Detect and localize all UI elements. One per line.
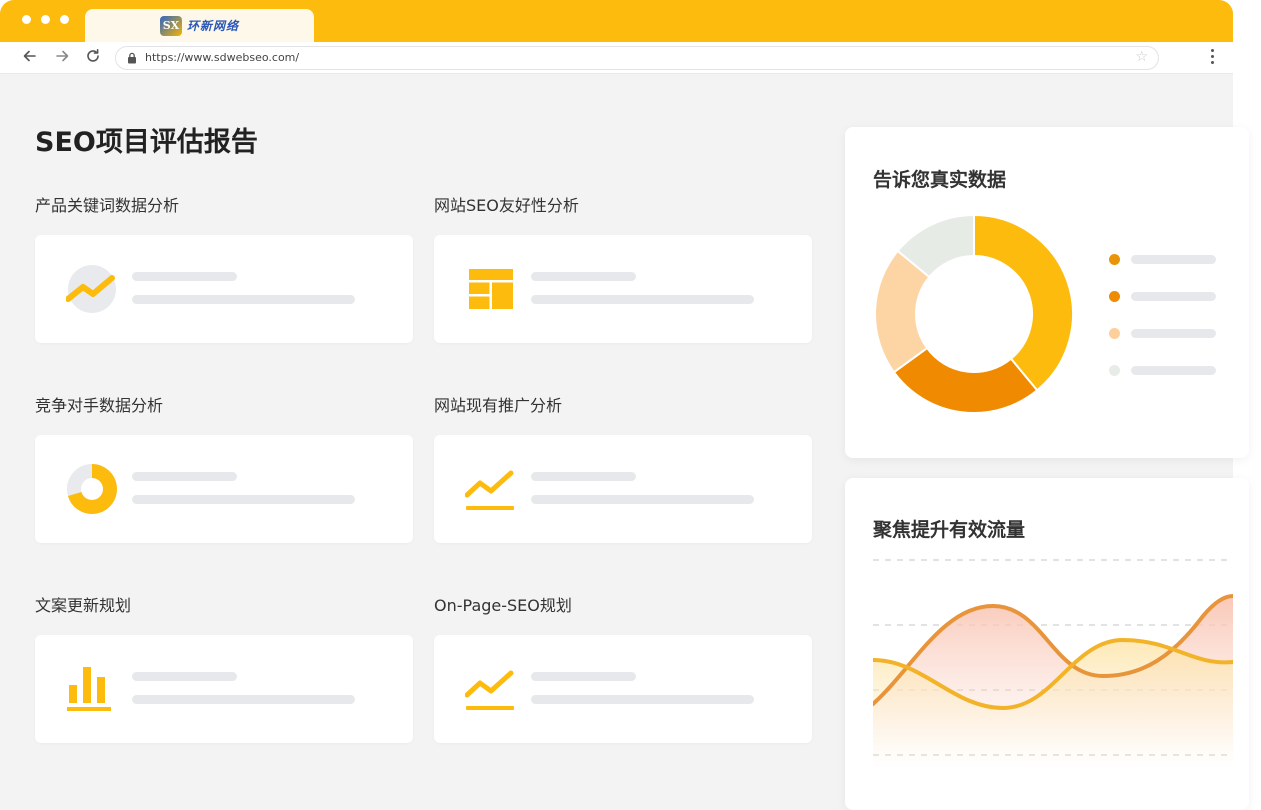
legend-item	[1109, 290, 1219, 302]
placeholder-line	[531, 472, 636, 481]
lock-icon	[128, 52, 136, 64]
bar-chart-icon	[67, 667, 111, 711]
section-label: 竞争对手数据分析	[35, 396, 164, 415]
window-dot-icon[interactable]	[60, 15, 69, 24]
reload-button[interactable]	[83, 48, 103, 68]
browser-toolbar: https://www.sdwebseo.com/ ☆	[0, 42, 1233, 74]
trend-line-icon	[465, 670, 514, 710]
legend-dot	[1109, 291, 1120, 302]
donut-chart	[874, 213, 1074, 414]
logo-text: 环新网络	[186, 19, 239, 33]
section-card[interactable]	[434, 235, 812, 343]
wave-panel: 聚焦提升有效流量	[845, 478, 1249, 810]
section-label: 网站SEO友好性分析	[434, 196, 579, 215]
panel-title: 告诉您真实数据	[873, 169, 1007, 191]
browser-titlebar: SX 环新网络	[0, 0, 1233, 42]
browser-tab[interactable]: SX 环新网络	[85, 9, 314, 42]
placeholder-line	[132, 672, 237, 681]
legend-dot	[1109, 365, 1120, 376]
section-label: 网站现有推广分析	[434, 396, 563, 415]
reload-icon	[87, 49, 99, 62]
placeholder-line	[1131, 255, 1216, 264]
donut-panel: 告诉您真实数据	[845, 127, 1249, 458]
placeholder-line	[132, 295, 355, 304]
forward-button[interactable]	[52, 48, 72, 68]
trend-line-icon	[465, 470, 514, 510]
placeholder-line	[1131, 292, 1216, 301]
site-logo: SX 环新网络	[159, 15, 239, 36]
window-dot-icon[interactable]	[22, 15, 31, 24]
arrow-left-icon	[23, 50, 36, 62]
bookmark-star-icon[interactable]: ☆	[1135, 49, 1148, 65]
back-button[interactable]	[20, 48, 40, 68]
url-text: https://www.sdwebseo.com/	[145, 51, 300, 64]
window-controls	[22, 15, 69, 24]
legend-dot	[1109, 254, 1120, 265]
logo-mark: SX	[159, 15, 182, 36]
section-card[interactable]	[434, 635, 812, 743]
legend-item	[1109, 364, 1219, 376]
legend-item	[1109, 253, 1219, 265]
section-label: On-Page-SEO规划	[434, 596, 572, 615]
placeholder-line	[132, 695, 355, 704]
menu-kebab-icon[interactable]	[1211, 49, 1215, 65]
panel-title: 聚焦提升有效流量	[873, 519, 1026, 541]
legend-dot	[1109, 328, 1120, 339]
arrow-right-icon	[56, 50, 69, 62]
section-card[interactable]	[35, 435, 413, 543]
section-card[interactable]	[434, 435, 812, 543]
window-dot-icon[interactable]	[41, 15, 50, 24]
placeholder-line	[531, 695, 754, 704]
placeholder-line	[531, 672, 636, 681]
grid-layout-icon	[469, 269, 513, 309]
section-card[interactable]	[35, 635, 413, 743]
placeholder-line	[531, 272, 636, 281]
trend-line-in-circle-icon	[66, 265, 116, 313]
legend-item	[1109, 327, 1219, 339]
address-bar[interactable]: https://www.sdwebseo.com/ ☆	[115, 46, 1159, 70]
section-label: 产品关键词数据分析	[35, 196, 180, 215]
section-card[interactable]	[35, 235, 413, 343]
wave-chart	[873, 559, 1233, 768]
placeholder-line	[1131, 329, 1216, 338]
placeholder-line	[132, 472, 237, 481]
donut-chart-icon	[67, 464, 117, 514]
section-label: 文案更新规划	[35, 596, 132, 615]
donut-slice	[973, 213, 1074, 392]
placeholder-line	[531, 495, 754, 504]
placeholder-line	[132, 272, 237, 281]
page-title: SEO项目评估报告	[35, 127, 258, 158]
placeholder-line	[1131, 366, 1216, 375]
placeholder-line	[132, 495, 355, 504]
placeholder-line	[531, 295, 754, 304]
